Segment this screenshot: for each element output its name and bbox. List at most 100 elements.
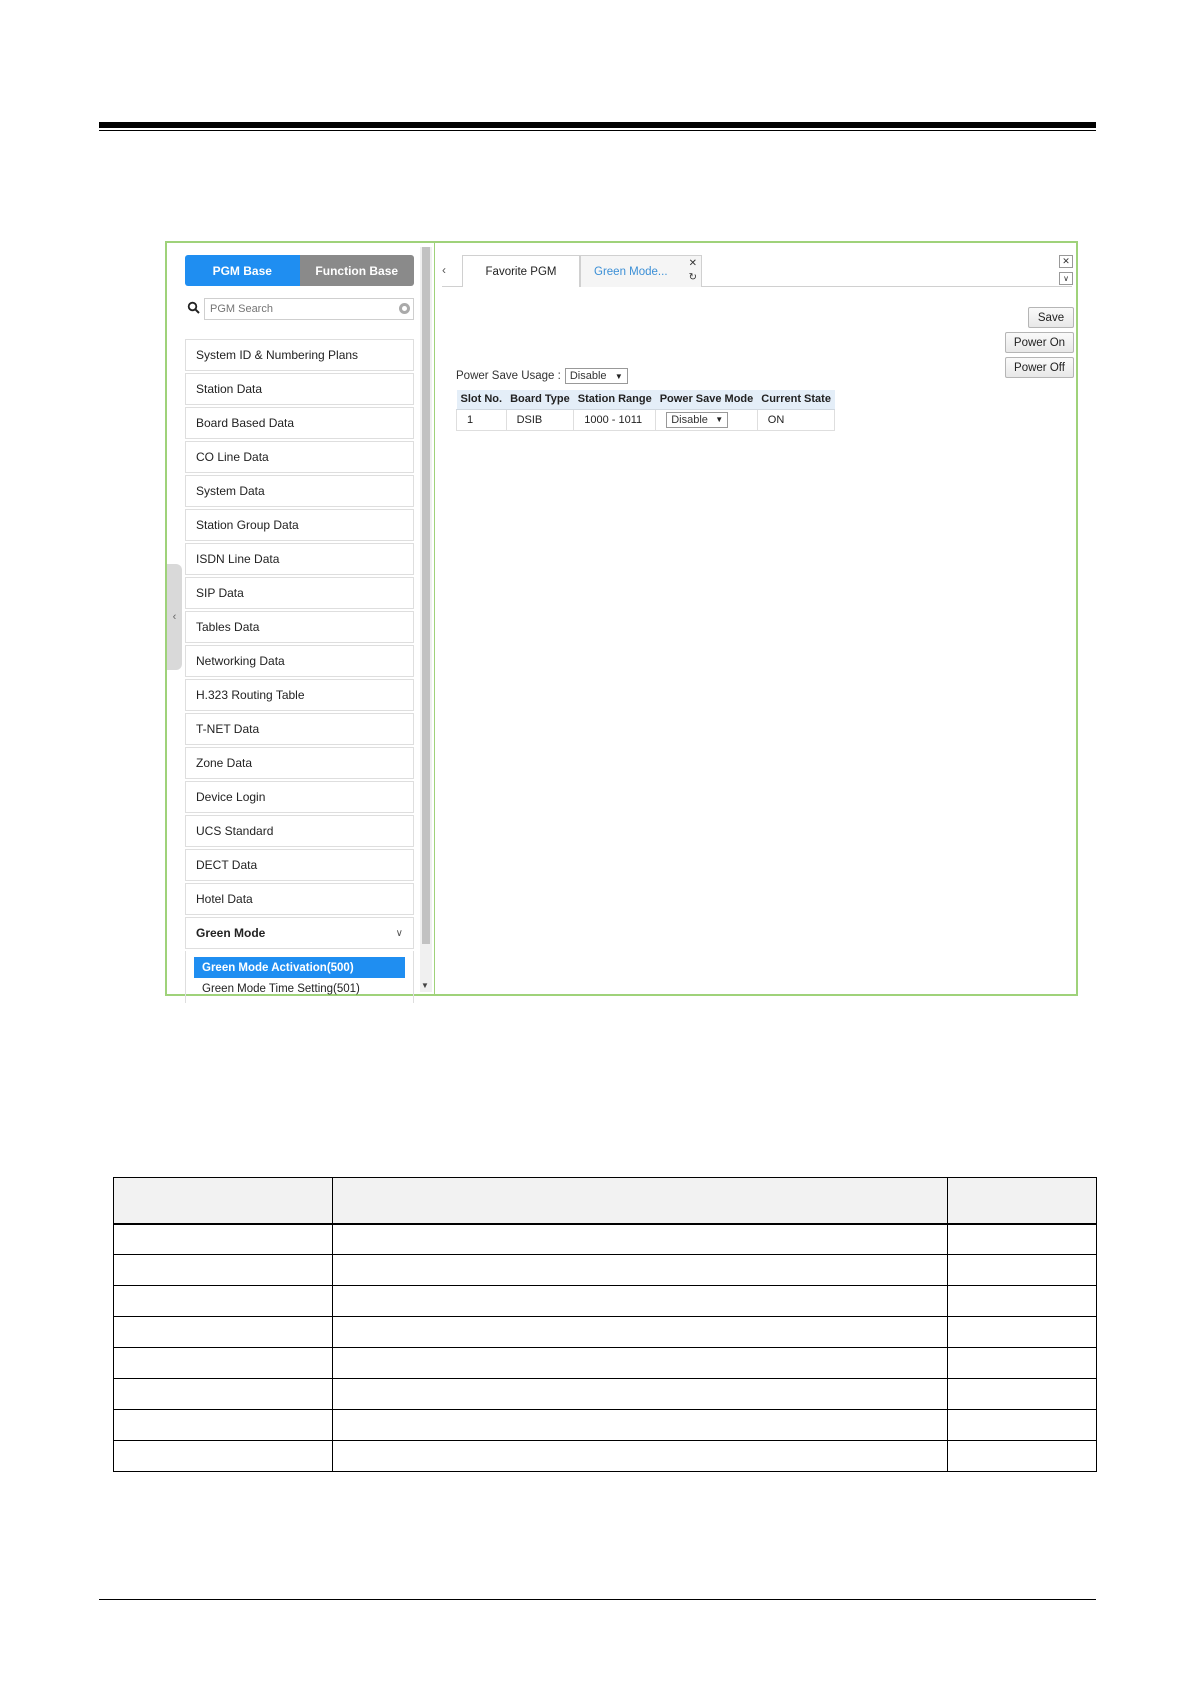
doc-table-row xyxy=(113,1223,1097,1255)
cell-current-state: ON xyxy=(756,408,836,431)
menu-item-label: Green Mode xyxy=(196,926,266,940)
menu-item-sip-data[interactable]: SIP Data xyxy=(185,577,414,609)
doc-table-row xyxy=(113,1440,1097,1472)
doc-cell xyxy=(947,1254,1097,1286)
menu-item-zone-data[interactable]: Zone Data xyxy=(185,747,414,779)
menu-item-station-data[interactable]: Station Data xyxy=(185,373,414,405)
doc-cell xyxy=(113,1378,333,1410)
cell-board-type: DSIB xyxy=(505,408,575,431)
search-icon[interactable] xyxy=(187,301,200,314)
menu-item-h323-routing-table[interactable]: H.323 Routing Table xyxy=(185,679,414,711)
doc-cell xyxy=(113,1440,333,1472)
doc-cell xyxy=(947,1378,1097,1410)
doc-table-row xyxy=(113,1409,1097,1441)
column-header-board-type: Board Type xyxy=(506,390,574,410)
chevron-left-icon[interactable]: ‹ xyxy=(442,263,446,277)
refresh-icon[interactable]: ↻ xyxy=(689,272,697,283)
green-mode-table: Slot No. Board Type Station Range Power … xyxy=(456,390,836,431)
header-rule xyxy=(99,122,1096,128)
doc-table-row xyxy=(113,1316,1097,1348)
submenu-item-green-mode-time-setting[interactable]: Green Mode Time Setting(501) xyxy=(194,978,405,999)
collapse-panel-handle[interactable]: ‹ xyxy=(167,564,182,670)
menu-item-co-line-data[interactable]: CO Line Data xyxy=(185,441,414,473)
function-base-button[interactable]: Function Base xyxy=(299,255,414,286)
doc-cell xyxy=(947,1347,1097,1379)
close-icon[interactable]: ✕ xyxy=(689,258,697,269)
cell-slot-no: 1 xyxy=(456,408,507,431)
scroll-down-icon[interactable]: ▼ xyxy=(421,981,429,990)
menu-item-board-based-data[interactable]: Board Based Data xyxy=(185,407,414,439)
doc-cell xyxy=(331,1285,949,1317)
caret-down-icon: ▼ xyxy=(614,371,623,381)
doc-cell xyxy=(947,1316,1097,1348)
select-value: Disable xyxy=(671,413,708,426)
menu-item-networking-data[interactable]: Networking Data xyxy=(185,645,414,677)
nav-scrollbar[interactable]: ▼ xyxy=(420,247,432,992)
doc-table-header-row xyxy=(113,1177,1097,1225)
close-icon[interactable]: ✕ xyxy=(1059,255,1073,268)
doc-table-row xyxy=(113,1285,1097,1317)
menu-item-green-mode[interactable]: Green Mode ∨ xyxy=(185,917,414,949)
search-input[interactable] xyxy=(204,298,414,320)
doc-cell xyxy=(113,1223,333,1255)
footer-rule xyxy=(99,1599,1096,1600)
tab-strip: ‹ Favorite PGM Green Mode... ✕ ↻ xyxy=(442,255,1072,287)
green-mode-submenu: Green Mode Activation(500) Green Mode Ti… xyxy=(185,951,414,1003)
menu-item-station-group-data[interactable]: Station Group Data xyxy=(185,509,414,541)
menu-item-tables-data[interactable]: Tables Data xyxy=(185,611,414,643)
navigation-pane: ‹ PGM Base Function Base System ID & Num… xyxy=(167,243,418,1003)
pane-divider xyxy=(434,243,435,994)
scroll-thumb[interactable] xyxy=(422,247,430,944)
doc-cell xyxy=(113,1285,333,1317)
clear-icon[interactable] xyxy=(399,303,410,314)
menu-item-isdn-line-data[interactable]: ISDN Line Data xyxy=(185,543,414,575)
menu-list: System ID & Numbering Plans Station Data… xyxy=(185,339,414,1003)
menu-item-system-id[interactable]: System ID & Numbering Plans xyxy=(185,339,414,371)
chevron-down-icon: ∨ xyxy=(395,927,403,939)
power-on-button[interactable]: Power On xyxy=(1005,332,1074,353)
tab-green-mode[interactable]: Green Mode... ✕ ↻ xyxy=(580,255,702,287)
chevron-left-icon: ‹ xyxy=(172,611,177,623)
chevron-down-icon[interactable]: ∨ xyxy=(1059,272,1073,285)
header-rule-thin xyxy=(99,130,1096,131)
doc-cell xyxy=(331,1316,949,1348)
doc-cell xyxy=(113,1316,333,1348)
menu-item-dect-data[interactable]: DECT Data xyxy=(185,849,414,881)
document-table xyxy=(113,1177,1097,1472)
doc-cell xyxy=(947,1440,1097,1472)
doc-header-cell xyxy=(331,1177,949,1225)
doc-header-cell xyxy=(947,1177,1097,1225)
screenshot-frame: ‹ PGM Base Function Base System ID & Num… xyxy=(165,241,1078,1003)
power-save-usage-row: Power Save Usage : Disable ▼ xyxy=(456,368,628,384)
column-header-current-state: Current State xyxy=(757,390,835,410)
cell-station-range: 1000 - 1011 xyxy=(573,408,657,431)
doc-cell xyxy=(331,1347,949,1379)
submenu-item-green-mode-activation[interactable]: Green Mode Activation(500) xyxy=(194,957,405,978)
menu-item-ucs-standard[interactable]: UCS Standard xyxy=(185,815,414,847)
menu-item-tnet-data[interactable]: T-NET Data xyxy=(185,713,414,745)
pgm-base-button[interactable]: PGM Base xyxy=(185,255,300,286)
select-value: Disable xyxy=(569,370,607,382)
power-save-mode-select[interactable]: Disable ▼ xyxy=(666,411,729,428)
power-off-button[interactable]: Power Off xyxy=(1005,357,1074,378)
doc-cell xyxy=(331,1378,949,1410)
caret-down-icon: ▼ xyxy=(715,415,724,424)
menu-item-device-login[interactable]: Device Login xyxy=(185,781,414,813)
menu-item-system-data[interactable]: System Data xyxy=(185,475,414,507)
table-row: 1 DSIB 1000 - 1011 Disable ▼ ON xyxy=(456,408,836,431)
power-save-usage-select[interactable]: Disable ▼ xyxy=(564,368,628,384)
save-button[interactable]: Save xyxy=(1028,307,1074,328)
column-header-slot-no: Slot No. xyxy=(456,390,507,410)
cell-power-save-mode: Disable ▼ xyxy=(655,408,758,431)
doc-table-row xyxy=(113,1347,1097,1379)
doc-cell xyxy=(113,1254,333,1286)
column-header-power-save-mode: Power Save Mode xyxy=(655,390,758,410)
tab-favorite-pgm[interactable]: Favorite PGM xyxy=(462,255,580,287)
menu-item-hotel-data[interactable]: Hotel Data xyxy=(185,883,414,915)
table-header-row: Slot No. Board Type Station Range Power … xyxy=(456,390,835,410)
doc-cell xyxy=(113,1347,333,1379)
doc-cell xyxy=(947,1409,1097,1441)
doc-header-cell xyxy=(113,1177,333,1225)
doc-cell xyxy=(947,1223,1097,1255)
doc-table-row xyxy=(113,1378,1097,1410)
